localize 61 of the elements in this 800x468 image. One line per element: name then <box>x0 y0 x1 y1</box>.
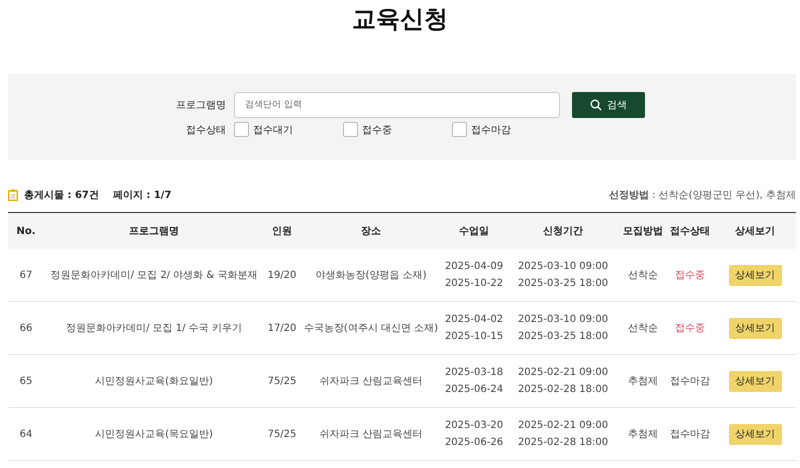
total-count: 총게시물 : 67건 <box>24 189 99 202</box>
column-header: 모집방법 <box>620 212 666 249</box>
table-cell: 정원문화아카데미/ 모집 2/ 야생화 & 국화분재 <box>44 249 264 302</box>
column-header: No. <box>8 212 44 249</box>
column-header: 수업일 <box>442 212 506 249</box>
table-cell: 2025-03-18 2025-06-24 <box>442 354 506 408</box>
table-cell: 2025-03-10 09:00 2025-03-25 18:00 <box>506 302 620 354</box>
table-cell: 2025-03-10 09:00 2025-03-25 18:00 <box>506 249 620 302</box>
table-cell: 2025-04-02 2025-10-15 <box>442 302 506 354</box>
status-text: 접수중 <box>666 302 714 354</box>
checkbox[interactable] <box>452 122 467 137</box>
table-cell: 75/25 <box>264 354 300 408</box>
column-header: 접수상태 <box>666 212 714 249</box>
table-cell: 67 <box>8 249 44 302</box>
table-cell: 선착순 <box>620 302 666 354</box>
status-text: 접수마감 <box>666 354 714 408</box>
selection-method: 선정방법 : 선착순(양평군민 우선), 추첨제 <box>608 189 796 202</box>
table-cell: 2025-02-21 09:00 2025-02-28 18:00 <box>506 408 620 460</box>
search-field[interactable]: 검색단어 입력 <box>234 92 560 118</box>
column-header: 상세보기 <box>714 212 796 249</box>
column-header: 장소 <box>300 212 442 249</box>
clipboard-icon <box>8 189 18 201</box>
checkbox[interactable] <box>343 122 358 137</box>
checkbox[interactable] <box>234 122 249 137</box>
table-cell: 시민정원사교육(화요일반) <box>44 354 264 408</box>
table-cell: 2025-03-20 2025-06-26 <box>442 408 506 460</box>
detail-button[interactable]: 상세보기 <box>728 318 782 338</box>
table-cell: 75/25 <box>264 408 300 460</box>
search-icon <box>590 99 602 111</box>
table-cell: 17/20 <box>264 302 300 354</box>
table-cell: 수국농장(여주시 대신면 소재) <box>300 302 442 354</box>
table-cell: 야생화농장(양평읍 소재) <box>300 249 442 302</box>
table-cell: 2025-02-21 09:00 2025-02-28 18:00 <box>506 354 620 408</box>
checkbox-label[interactable]: 접수마감 <box>471 122 511 136</box>
detail-button[interactable]: 상세보기 <box>728 264 782 286</box>
table-cell: 쉬자파크 산림교육센터 <box>300 408 442 460</box>
table-cell: 65 <box>8 354 44 408</box>
table-cell: 시민정원사교육(목요일반) <box>44 408 264 460</box>
column-header: 프로그램명 <box>44 212 264 249</box>
status-text: 접수마감 <box>666 408 714 460</box>
table-cell: 쉬자파크 산림교육센터 <box>300 354 442 408</box>
status-text: 접수중 <box>666 249 714 302</box>
detail-button[interactable]: 상세보기 <box>728 424 782 444</box>
checkbox-label[interactable]: 접수대기 <box>253 122 293 136</box>
table-cell: 64 <box>8 408 44 460</box>
table-cell: 66 <box>8 302 44 354</box>
table-cell: 추첨제 <box>620 354 666 408</box>
column-header: 인원 <box>264 212 300 249</box>
table-cell: 정원문화아카데미/ 모집 1/ 수국 키우기 <box>44 302 264 354</box>
search-button[interactable]: 검색 <box>572 92 645 118</box>
filter-label: 접수상태 <box>185 124 226 136</box>
page-title: 교육신청 <box>351 4 449 35</box>
column-header: 신청기간 <box>506 212 620 249</box>
checkbox-label[interactable]: 접수중 <box>362 122 392 136</box>
detail-button[interactable]: 상세보기 <box>728 370 782 392</box>
table-cell: 추첨제 <box>620 408 666 460</box>
table-cell: 선착순 <box>620 249 666 302</box>
table-cell: 2025-04-09 2025-10-22 <box>442 249 506 302</box>
field-label: 프로그램명 <box>175 99 226 112</box>
table-cell: 19/20 <box>264 249 300 302</box>
page-indicator: 페이지 : 1/7 <box>112 189 172 202</box>
